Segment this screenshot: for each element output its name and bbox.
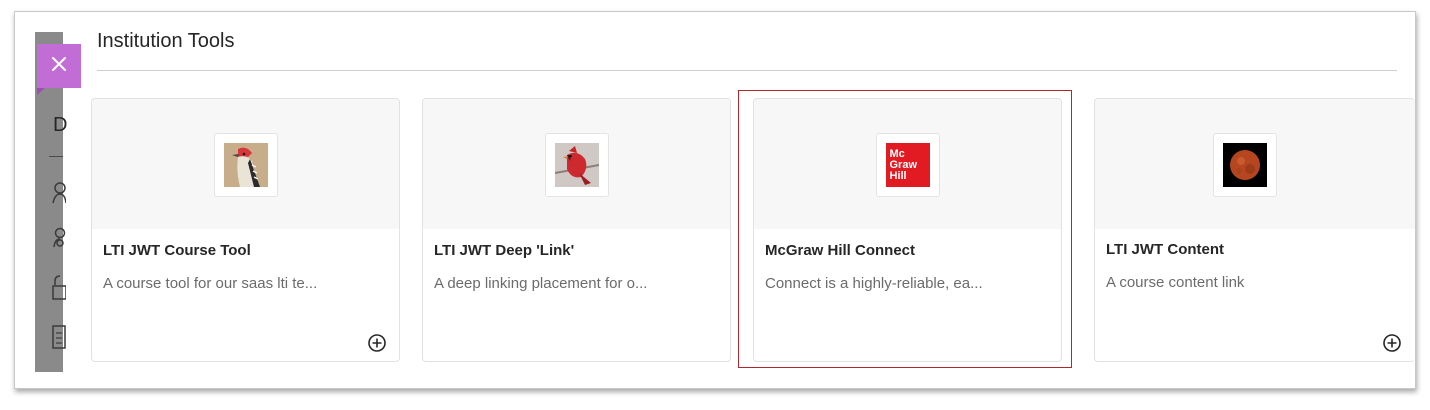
document-icon [52,324,66,349]
tool-title: LTI JWT Content [1106,241,1225,258]
tool-title: LTI JWT Course Tool [103,242,251,259]
cardinal-image [554,143,599,187]
sidebar-letter: D [53,114,68,136]
tool-description: Connect is a highly-reliable, ea... [765,275,983,292]
add-circle-icon[interactable] [1382,333,1402,353]
tool-thumbnail [1213,133,1277,197]
card-thumbnail-area [423,99,730,229]
tool-title: LTI JWT Deep 'Link' [434,242,575,259]
tool-description: A course content link [1106,274,1245,291]
logo-text-line: Mc [889,147,905,160]
tool-card-lti-jwt-deep-link[interactable]: LTI JWT Deep 'Link' A deep linking place… [422,98,731,362]
card-thumbnail-area [1095,99,1415,229]
tool-thumbnail [544,133,609,197]
tool-title: McGraw Hill Connect [765,242,916,259]
logo-text-line: Graw [889,158,918,171]
woodpecker-image [223,143,268,187]
tool-card-lti-jwt-course-tool[interactable]: LTI JWT Course Tool A course tool for ou… [91,98,400,362]
tool-thumbnail: Mc Graw Hill [875,133,940,197]
users-icon [52,227,66,249]
close-icon [51,56,67,77]
user-icon [52,182,66,204]
tool-description: A deep linking placement for o... [434,275,648,292]
logo-text-line: Hill [889,169,907,182]
close-button[interactable] [37,44,81,95]
lock-icon [52,275,66,300]
tool-description: A course tool for our saas lti te... [103,275,318,292]
card-thumbnail-area: Mc Graw Hill [754,99,1061,229]
panel-title: Institution Tools [97,30,235,52]
mcgraw-hill-logo: Mc Graw Hill [885,143,930,187]
tool-thumbnail [213,133,278,197]
moon-image [1223,143,1267,187]
institution-tools-panel: D Institution Tools LTI JWT Course Tool … [14,11,1416,389]
tool-card-mcgraw-hill-connect[interactable]: Mc Graw Hill McGraw Hill Connect Connect… [753,98,1062,362]
add-circle-icon[interactable] [367,333,387,353]
card-thumbnail-area [92,99,399,229]
tool-card-lti-jwt-content[interactable]: LTI JWT Content A course content link [1094,98,1415,362]
sidebar-divider [49,156,63,157]
title-divider [97,70,1397,71]
